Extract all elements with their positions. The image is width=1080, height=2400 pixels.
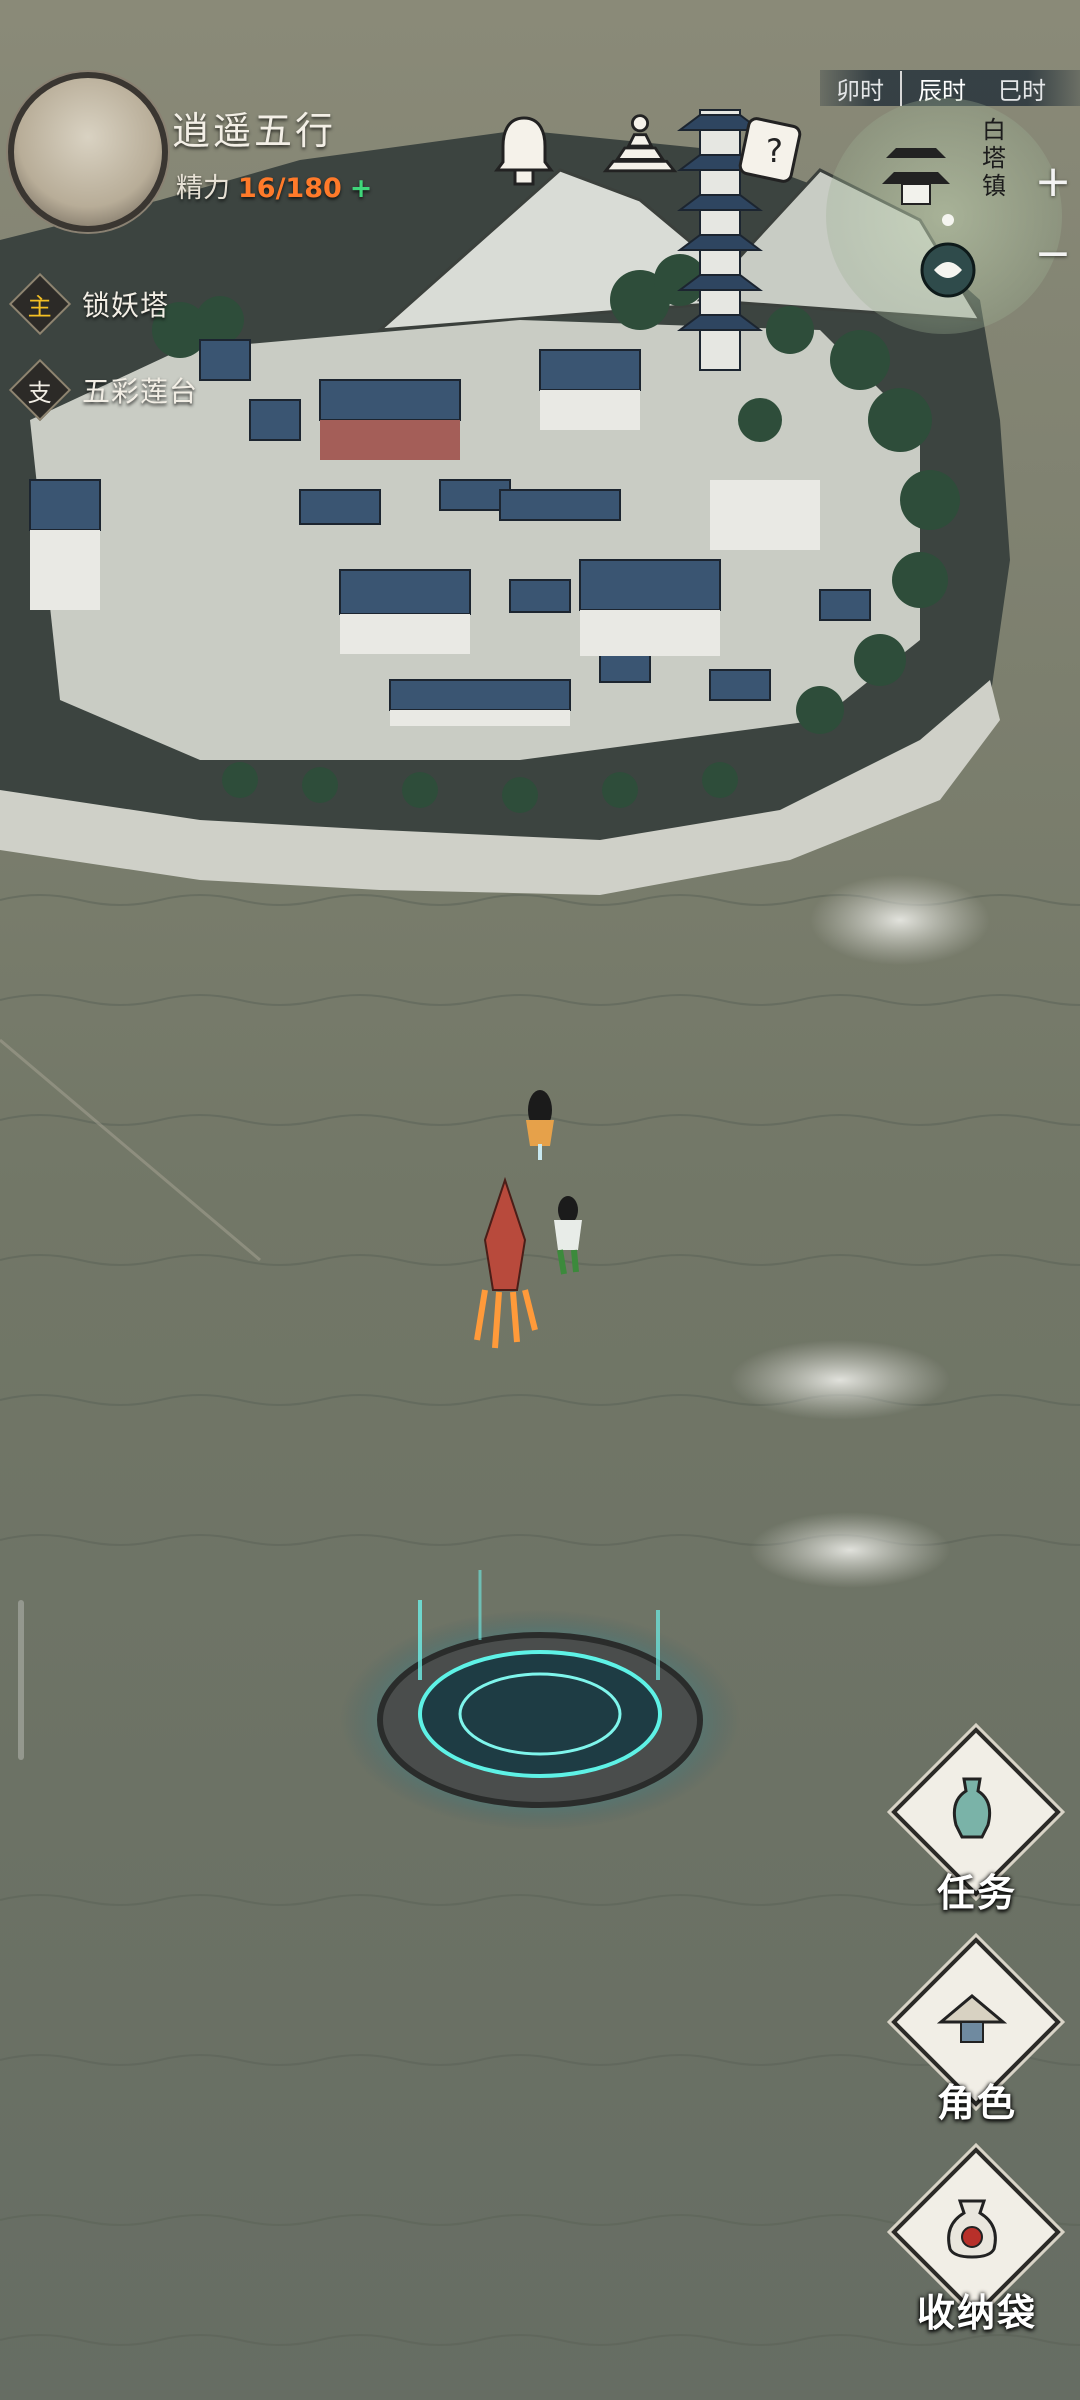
stamina-label: 精力 [176, 173, 230, 204]
minimap-pagoda-icon [882, 148, 976, 298]
tasks-button[interactable]: 任务 [891, 1727, 1062, 1942]
minimap-location-label: 白 塔 镇 [976, 116, 1012, 200]
main-quest-row[interactable]: 主 锁妖塔 [8, 272, 170, 336]
side-quest-title: 五彩莲台 [82, 375, 199, 408]
bag-label: 收纳袋 [916, 2291, 1037, 2335]
minimap-location-char: 塔 [982, 144, 1006, 172]
straw-hat-icon [932, 1978, 1012, 2058]
minimap[interactable] [826, 98, 1062, 334]
stamina-add-button[interactable]: + [350, 173, 373, 204]
minimap-location-char: 白 [982, 116, 1006, 144]
svg-text:?: ? [766, 132, 783, 170]
character-label: 角色 [936, 2081, 1017, 2125]
tasks-label: 任务 [936, 1871, 1017, 1915]
zoom-in-button[interactable]: + [1030, 156, 1076, 207]
main-quest-title: 锁妖塔 [82, 289, 170, 322]
player-name: 逍遥五行 [172, 109, 337, 153]
stamina-value: 16/180 [238, 173, 342, 204]
bag-button[interactable]: 收纳袋 [891, 2147, 1062, 2362]
bell-icon[interactable] [484, 110, 564, 190]
vase-icon [932, 1768, 1012, 1848]
zoom-out-button[interactable]: − [1030, 228, 1076, 279]
tower-icon[interactable] [600, 108, 680, 188]
player-avatar[interactable] [8, 72, 168, 232]
side-quest-tag: 支 [8, 358, 72, 422]
quest-scroll-icon[interactable]: ? [730, 110, 810, 190]
side-quest-row[interactable]: 支 五彩莲台 [8, 358, 199, 422]
character-button[interactable]: 角色 [891, 1937, 1062, 2152]
main-quest-tag: 主 [8, 272, 72, 336]
pouch-icon [932, 2188, 1012, 2268]
edge-swipe-handle[interactable] [18, 1600, 24, 1760]
stamina-row: 精力 16/180 + [176, 166, 372, 205]
minimap-location-char: 镇 [982, 172, 1006, 200]
